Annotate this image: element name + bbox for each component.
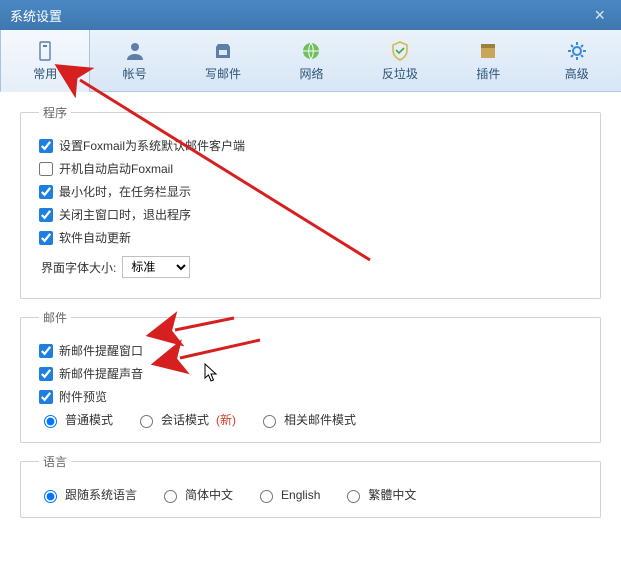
tab-label: 插件	[476, 65, 500, 82]
group-program: 程序 设置Foxmail为系统默认邮件客户端 开机自动启动Foxmail 最小化…	[20, 104, 601, 299]
plugin-icon	[476, 39, 500, 63]
tab-label: 高级	[565, 65, 589, 82]
checkbox-minimize-tray[interactable]: 最小化时，在任务栏显示	[39, 183, 191, 200]
font-size-label: 界面字体大小:	[41, 259, 116, 276]
group-legend: 语言	[39, 453, 71, 470]
group-language: 语言 跟随系统语言 简体中文 English 繁體中文	[20, 453, 601, 518]
tab-label: 写邮件	[205, 65, 241, 82]
checkbox-attach-preview[interactable]: 附件预览	[39, 388, 107, 405]
tab-plugin[interactable]: 插件	[444, 30, 532, 91]
tab-label: 帐号	[123, 65, 147, 82]
content: 程序 设置Foxmail为系统默认邮件客户端 开机自动启动Foxmail 最小化…	[0, 92, 621, 540]
radio-mode-related[interactable]: 相关邮件模式	[258, 411, 356, 428]
user-icon	[123, 39, 147, 63]
tab-general[interactable]: 常用	[0, 30, 90, 92]
tab-account[interactable]: 帐号	[90, 30, 178, 91]
window-title: 系统设置	[10, 6, 62, 25]
radio-lang-simplified[interactable]: 简体中文	[159, 486, 233, 503]
shield-icon	[388, 39, 412, 63]
tab-antispam[interactable]: 反垃圾	[356, 30, 444, 91]
compose-icon	[211, 39, 235, 63]
language-group: 跟随系统语言 简体中文 English 繁體中文	[39, 486, 582, 503]
tab-network[interactable]: 网络	[267, 30, 355, 91]
tab-compose[interactable]: 写邮件	[179, 30, 267, 91]
radio-mode-conversation[interactable]: 会话模式(新)	[135, 411, 236, 428]
gear-icon	[565, 39, 589, 63]
tab-label: 反垃圾	[382, 65, 418, 82]
checkbox-auto-update[interactable]: 软件自动更新	[39, 229, 131, 246]
radio-mode-normal[interactable]: 普通模式	[39, 411, 113, 428]
checkbox-new-mail-popup[interactable]: 新邮件提醒窗口	[39, 342, 143, 359]
general-icon	[33, 39, 57, 63]
close-icon[interactable]: ×	[588, 5, 611, 26]
tab-label: 常用	[33, 65, 57, 82]
tab-advanced[interactable]: 高级	[533, 30, 621, 91]
group-mail: 邮件 新邮件提醒窗口 新邮件提醒声音 附件预览 普通模式 会话模式(新) 相关邮…	[20, 309, 601, 443]
group-legend: 邮件	[39, 309, 71, 326]
titlebar: 系统设置 ×	[0, 0, 621, 30]
globe-icon	[299, 39, 323, 63]
font-size-select[interactable]: 标准	[122, 256, 190, 278]
radio-lang-traditional[interactable]: 繁體中文	[342, 486, 416, 503]
checkbox-new-mail-sound[interactable]: 新邮件提醒声音	[39, 365, 143, 382]
radio-lang-system[interactable]: 跟随系统语言	[39, 486, 137, 503]
new-tag: (新)	[216, 411, 236, 428]
checkbox-autostart[interactable]: 开机自动启动Foxmail	[39, 160, 173, 177]
checkbox-default-client[interactable]: 设置Foxmail为系统默认邮件客户端	[39, 137, 245, 154]
mail-mode-group: 普通模式 会话模式(新) 相关邮件模式	[39, 411, 582, 428]
checkbox-exit-on-close[interactable]: 关闭主窗口时，退出程序	[39, 206, 191, 223]
tab-label: 网络	[299, 65, 323, 82]
toolbar: 常用 帐号 写邮件 网络 反垃圾 插件 高级	[0, 30, 621, 92]
group-legend: 程序	[39, 104, 71, 121]
radio-lang-english[interactable]: English	[255, 487, 320, 503]
